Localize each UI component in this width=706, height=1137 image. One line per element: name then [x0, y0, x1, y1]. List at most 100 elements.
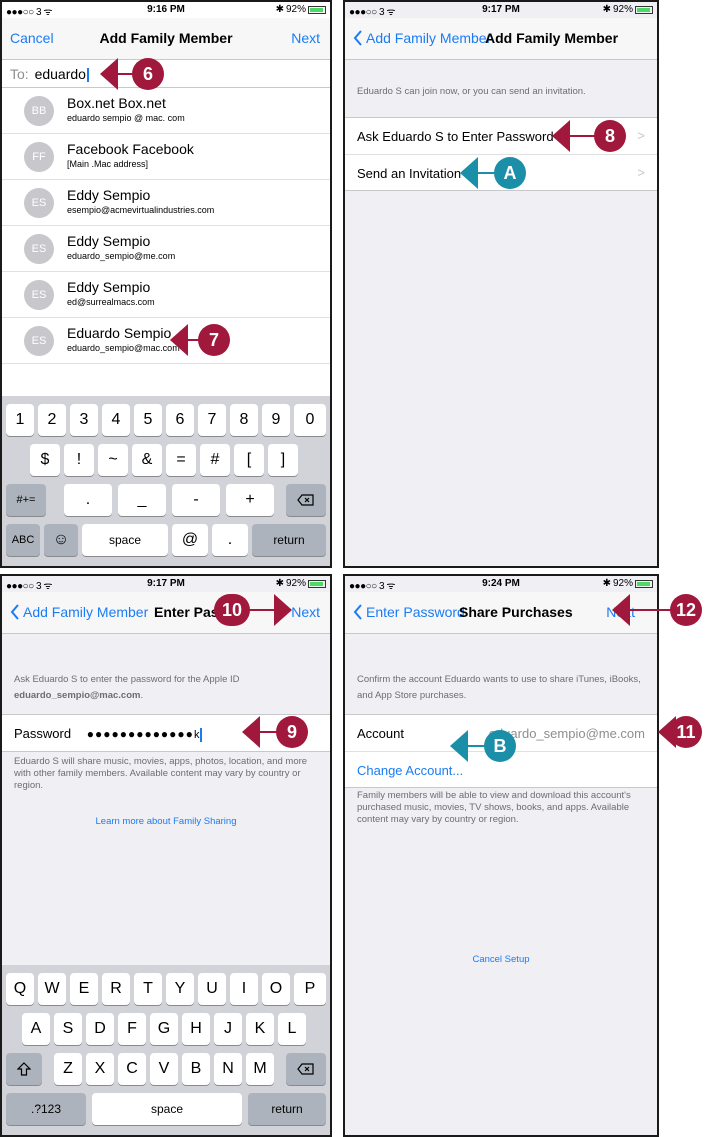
key[interactable]: 7	[198, 404, 226, 436]
password-last-char: k	[193, 729, 200, 741]
emoji-key[interactable]: ☺	[44, 524, 78, 556]
shift-icon	[16, 1062, 32, 1076]
key[interactable]: 5	[134, 404, 162, 436]
contact-row[interactable]: BB Box.net Box.net eduardo sempio @ mac.…	[2, 88, 330, 134]
at-key[interactable]: @	[172, 524, 208, 556]
key[interactable]: !	[64, 444, 94, 476]
key[interactable]: +	[226, 484, 274, 516]
key[interactable]: G	[150, 1013, 178, 1045]
key[interactable]: K	[246, 1013, 274, 1045]
contact-row[interactable]: ES Eddy Sempio esempio@acmevirtualindust…	[2, 180, 330, 226]
key[interactable]: N	[214, 1053, 242, 1085]
key[interactable]: 2	[38, 404, 66, 436]
backspace-key[interactable]	[286, 484, 326, 516]
key[interactable]: A	[22, 1013, 50, 1045]
key[interactable]: 9	[262, 404, 290, 436]
callout-8: 8	[552, 120, 632, 152]
backspace-key[interactable]	[286, 1053, 326, 1085]
shift-key[interactable]	[6, 1053, 42, 1085]
password-input[interactable]: ●●●●●●●●●●●●●	[87, 727, 194, 741]
dot-key[interactable]: .	[212, 524, 248, 556]
key[interactable]: ]	[268, 444, 298, 476]
key[interactable]: 4	[102, 404, 130, 436]
change-account-button[interactable]: Change Account...	[357, 763, 463, 778]
account-label: Account	[357, 726, 404, 741]
contact-row[interactable]: ES Eduardo Sempio eduardo_sempio@mac.com	[2, 318, 330, 364]
nav-bar: Cancel Add Family Member Next	[2, 18, 330, 60]
return-key[interactable]: return	[252, 524, 326, 556]
key[interactable]: 1	[6, 404, 34, 436]
key[interactable]: F	[118, 1013, 146, 1045]
key[interactable]: [	[234, 444, 264, 476]
key[interactable]: .	[64, 484, 112, 516]
key[interactable]: B	[182, 1053, 210, 1085]
key[interactable]: J	[214, 1013, 242, 1045]
bluetooth-icon: ✱	[275, 4, 284, 15]
key[interactable]: =	[166, 444, 196, 476]
contact-row[interactable]: ES Eddy Sempio eduardo_sempio@me.com	[2, 226, 330, 272]
option-label: Send an Invitation	[357, 166, 462, 181]
key[interactable]: E	[70, 973, 98, 1005]
space-key[interactable]: space	[92, 1093, 242, 1125]
contact-row[interactable]: ES Eddy Sempio ed@surrealmacs.com	[2, 272, 330, 318]
next-button[interactable]: Next	[291, 604, 320, 620]
key[interactable]: D	[86, 1013, 114, 1045]
chevron-right-icon: >	[637, 165, 645, 180]
status-bar: ●●●○○ 3 ᯤ 9:17 PM ✱ 92%	[345, 2, 657, 18]
key[interactable]: 6	[166, 404, 194, 436]
next-button[interactable]: Next	[291, 30, 320, 46]
key[interactable]: T	[134, 973, 162, 1005]
key[interactable]: C	[118, 1053, 146, 1085]
key[interactable]: Q	[6, 973, 34, 1005]
key[interactable]: &	[132, 444, 162, 476]
key[interactable]: O	[262, 973, 290, 1005]
key[interactable]: X	[86, 1053, 114, 1085]
bluetooth-icon: ✱	[602, 578, 611, 589]
back-button[interactable]: Add Family Member	[10, 604, 148, 620]
recipient-input[interactable]: eduardo	[35, 66, 86, 82]
space-key[interactable]: space	[82, 524, 168, 556]
contact-email: ed@surrealmacs.com	[67, 297, 155, 307]
key[interactable]: U	[198, 973, 226, 1005]
key[interactable]: Z	[54, 1053, 82, 1085]
key[interactable]: M	[246, 1053, 274, 1085]
key[interactable]: _	[118, 484, 166, 516]
callout-a: A	[460, 157, 532, 189]
abc-key[interactable]: ABC	[6, 524, 40, 556]
key[interactable]: 8	[230, 404, 258, 436]
callout-9: 9	[242, 716, 314, 748]
return-key[interactable]: return	[248, 1093, 326, 1125]
back-label: Enter Password	[366, 604, 465, 620]
key[interactable]: $	[30, 444, 60, 476]
learn-more-link[interactable]: Learn more about Family Sharing	[14, 816, 318, 828]
key[interactable]: W	[38, 973, 66, 1005]
key[interactable]: I	[230, 973, 258, 1005]
status-bar: ●●●○○ 3 ᯤ 9:24 PM ✱ 92%	[345, 576, 657, 592]
key[interactable]: V	[150, 1053, 178, 1085]
key[interactable]: -	[172, 484, 220, 516]
key[interactable]: R	[102, 973, 130, 1005]
avatar: BB	[24, 96, 54, 126]
key[interactable]: S	[54, 1013, 82, 1045]
numbers-key[interactable]: .?123	[6, 1093, 86, 1125]
cancel-setup-button[interactable]: Cancel Setup	[357, 954, 645, 966]
key[interactable]: L	[278, 1013, 306, 1045]
back-button[interactable]: Enter Password	[353, 604, 465, 620]
callout-11: 11	[658, 716, 704, 748]
contact-email: eduardo_sempio@me.com	[67, 251, 176, 261]
contact-row[interactable]: FF Facebook Facebook [Main .Mac address]	[2, 134, 330, 180]
key[interactable]: H	[182, 1013, 210, 1045]
back-button[interactable]: Add Family Member	[353, 30, 491, 46]
battery-indicator: ✱ 92%	[603, 578, 653, 589]
key[interactable]: ~	[98, 444, 128, 476]
callout-10: 10	[214, 594, 294, 626]
key[interactable]: 3	[70, 404, 98, 436]
key[interactable]: P	[294, 973, 326, 1005]
status-bar: ●●●○○ 3 ᯤ 9:17 PM ✱ 92%	[2, 576, 330, 592]
symbol-keyboard: 1 2 3 4 5 6 7 8 9 0 $ ! ~ & = # [ ] #+= …	[2, 396, 330, 566]
key[interactable]: #	[200, 444, 230, 476]
key[interactable]: Y	[166, 973, 194, 1005]
key[interactable]: 0	[294, 404, 326, 436]
status-bar: ●●●○○ 3 ᯤ 9:16 PM ✱ 92%	[2, 2, 330, 18]
more-symbols-key[interactable]: #+=	[6, 484, 46, 516]
